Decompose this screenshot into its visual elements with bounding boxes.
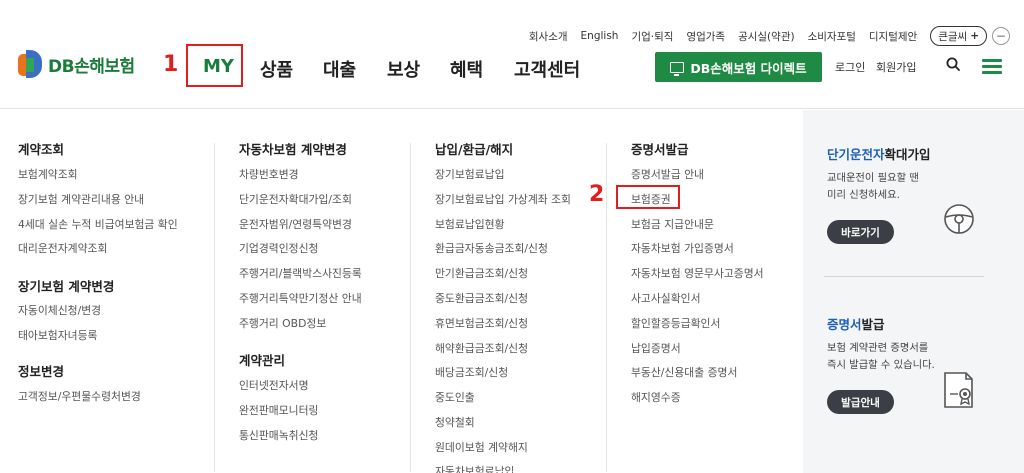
annotation-number-2: 2 — [589, 182, 605, 207]
bigtext-button[interactable]: 큰글씨 + — [930, 26, 987, 46]
direct-button-label: DB손해보험 다이렉트 — [690, 60, 807, 76]
side-panel — [803, 110, 1024, 473]
menu-link[interactable]: 해지영수증 — [631, 389, 681, 405]
side-card-title: 단기운전자확대가입 — [827, 147, 931, 162]
logo-mark — [18, 50, 44, 78]
menu-link[interactable]: 대리운전자계약조회 — [18, 240, 107, 256]
menu-link[interactable]: 통신판매녹취신청 — [239, 427, 318, 443]
smalltext-button[interactable]: − — [992, 27, 1010, 45]
gnb-benefits[interactable]: 혜택 — [450, 56, 483, 82]
menu-link[interactable]: 보험료납입현황 — [435, 216, 505, 232]
issue-guide-button[interactable]: 발급안내 — [827, 390, 894, 414]
utility-link-sales-family[interactable]: 영업가족 — [686, 29, 725, 44]
column-divider — [214, 143, 215, 472]
menu-link[interactable]: 장기보험 계약관리내용 안내 — [18, 191, 144, 207]
site-header: 회사소개 English 기업·퇴직 영업가족 공시실(약관) 소비자포털 디지… — [0, 0, 1024, 109]
shortcut-button[interactable]: 바로가기 — [827, 220, 894, 244]
menu-link[interactable]: 보험계약조회 — [18, 166, 78, 182]
search-icon[interactable] — [946, 57, 960, 71]
menu-link[interactable]: 부동산/신용대출 증명서 — [631, 364, 737, 380]
menu-link[interactable]: 할인할증등급확인서 — [631, 315, 720, 331]
menu-link[interactable]: 환급금자동송금조회/신청 — [435, 240, 548, 256]
menu-link[interactable]: 태아보험자녀등록 — [18, 327, 97, 343]
logo-text: DB손해보험 — [48, 56, 135, 77]
menu-link[interactable]: 고객정보/우편물수령처변경 — [18, 388, 141, 404]
certificate-icon — [944, 372, 973, 408]
heading-payment-refund: 납입/환급/해지 — [435, 142, 514, 157]
side-divider — [824, 276, 984, 277]
utility-link-consumer-portal[interactable]: 소비자포털 — [808, 29, 856, 44]
menu-link[interactable]: 기업경력인정신청 — [239, 240, 318, 256]
utility-link-disclosure[interactable]: 공시실(약관) — [738, 29, 795, 44]
gnb-customer-center[interactable]: 고객센터 — [514, 56, 580, 82]
menu-link[interactable]: 만기환급금조회/신청 — [435, 265, 528, 281]
menu-link[interactable]: 청약철회 — [435, 414, 475, 430]
heading-contract-management: 계약관리 — [239, 353, 286, 368]
menu-link[interactable]: 중도인출 — [435, 389, 475, 405]
side-card-title: 증명서발급 — [827, 317, 885, 332]
utility-link-digital-proposal[interactable]: 디지털제안 — [869, 29, 917, 44]
menu-link[interactable]: 자동차보험료납입 — [435, 463, 514, 473]
login-link[interactable]: 로그인 — [835, 59, 865, 75]
utility-link-english[interactable]: English — [581, 30, 619, 42]
menu-link[interactable]: 인터넷전자서명 — [239, 377, 309, 393]
gnb-my[interactable]: MY — [203, 56, 234, 77]
utility-nav: 회사소개 English 기업·퇴직 영업가족 공시실(약관) 소비자포털 디지… — [529, 26, 1010, 46]
join-link[interactable]: 회원가입 — [876, 59, 916, 75]
menu-link[interactable]: 주행거리 OBD정보 — [239, 315, 326, 331]
logo[interactable]: DB손해보험 — [18, 50, 135, 78]
utility-link-company[interactable]: 회사소개 — [529, 29, 568, 44]
menu-link[interactable]: 자동차보험 가입증명서 — [631, 240, 734, 256]
menu-link[interactable]: 증명서발급 안내 — [631, 166, 704, 182]
menu-link[interactable]: 중도환급금조회/신청 — [435, 290, 528, 306]
monitor-icon — [670, 61, 685, 76]
column-divider — [410, 143, 411, 472]
menu-link[interactable]: 보험금 지급안내문 — [631, 216, 714, 232]
annotation-number-1: 1 — [163, 52, 179, 77]
menu-link[interactable]: 주행거리/블랙박스사진등록 — [239, 265, 362, 281]
menu-link[interactable]: 장기보험료납입 — [435, 166, 505, 182]
heading-certificates: 증명서발급 — [631, 142, 689, 157]
heading-longterm-change: 장기보험 계약변경 — [18, 279, 115, 294]
side-card-desc: 교대운전이 필요할 땐 미리 신청하세요. — [827, 172, 919, 201]
menu-link[interactable]: 사고사실확인서 — [631, 290, 701, 306]
menu-link[interactable]: 주행거리특약만기정산 안내 — [239, 290, 362, 306]
annotation-box-policy — [616, 185, 680, 209]
menu-link[interactable]: 휴면보험금조회/신청 — [435, 315, 528, 331]
gnb-loans[interactable]: 대출 — [323, 56, 356, 82]
minus-icon: − — [995, 29, 1007, 43]
utility-link-corporate[interactable]: 기업·퇴직 — [631, 29, 673, 44]
menu-link[interactable]: 해약환급금조회/신청 — [435, 340, 528, 356]
bigtext-label: 큰글씨 — [938, 30, 968, 43]
side-card-desc: 보험 계약관련 증명서를 즉시 발급할 수 있습니다. — [827, 342, 935, 371]
heading-contract-inquiry: 계약조회 — [18, 142, 65, 157]
menu-link[interactable]: 완전판매모니터링 — [239, 402, 318, 418]
menu-link[interactable]: 운전자범위/연령특약변경 — [239, 216, 352, 232]
menu-link[interactable]: 배당금조회/신청 — [435, 364, 508, 380]
plus-icon: + — [970, 30, 979, 42]
gnb-products[interactable]: 상품 — [260, 56, 293, 82]
direct-button[interactable]: DB손해보험 다이렉트 — [655, 52, 822, 82]
menu-link[interactable]: 자동이체신청/변경 — [18, 302, 101, 318]
heading-info-change: 정보변경 — [18, 364, 65, 379]
steering-wheel-icon — [944, 204, 974, 234]
menu-link[interactable]: 납입증명서 — [631, 340, 681, 356]
column-divider — [606, 143, 607, 472]
heading-auto-change: 자동차보험 계약변경 — [239, 142, 347, 157]
gnb-claims[interactable]: 보상 — [387, 56, 420, 82]
menu-link[interactable]: 차량번호변경 — [239, 166, 299, 182]
menu-link[interactable]: 자동차보험 영문무사고증명서 — [631, 265, 764, 281]
menu-link[interactable]: 원데이보험 계약해지 — [435, 439, 528, 455]
menu-link[interactable]: 장기보험료납입 가상계좌 조회 — [435, 191, 571, 207]
menu-link[interactable]: 단기운전자확대가입/조회 — [239, 191, 352, 207]
hamburger-menu-icon[interactable] — [982, 59, 1002, 74]
menu-link[interactable]: 4세대 실손 누적 비급여보험금 확인 — [18, 216, 178, 232]
